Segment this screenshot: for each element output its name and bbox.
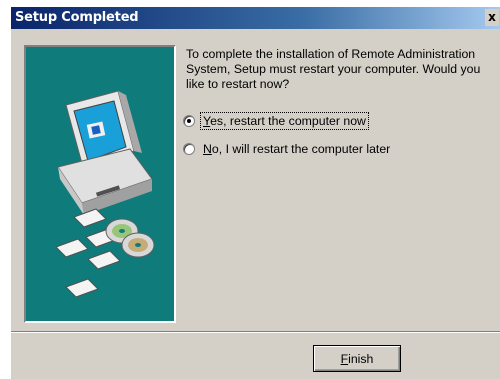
radio-selected-dot: [187, 119, 191, 123]
button-separator: [11, 331, 500, 333]
restart-now-radio[interactable]: [183, 115, 195, 127]
restart-now-option[interactable]: Yes, restart the computer now: [183, 112, 369, 130]
restart-later-option[interactable]: No, I will restart the computer later: [183, 141, 392, 157]
finish-button[interactable]: Finish: [313, 345, 401, 372]
restart-later-label: No, I will restart the computer later: [203, 142, 391, 156]
setup-dialog: Setup Completed x To complete the instal…: [10, 6, 500, 379]
restart-message: To complete the installation of Remote A…: [186, 47, 481, 91]
title-bar: Setup Completed x: [11, 7, 500, 29]
setup-art-panel: [24, 45, 176, 323]
restart-later-radio[interactable]: [183, 143, 195, 155]
restart-now-label: Yes, restart the computer now: [200, 112, 369, 130]
close-icon: x: [488, 10, 496, 24]
computer-with-disks-icon: [55, 90, 155, 298]
window-title: Setup Completed: [15, 10, 139, 25]
close-button[interactable]: x: [485, 9, 499, 26]
